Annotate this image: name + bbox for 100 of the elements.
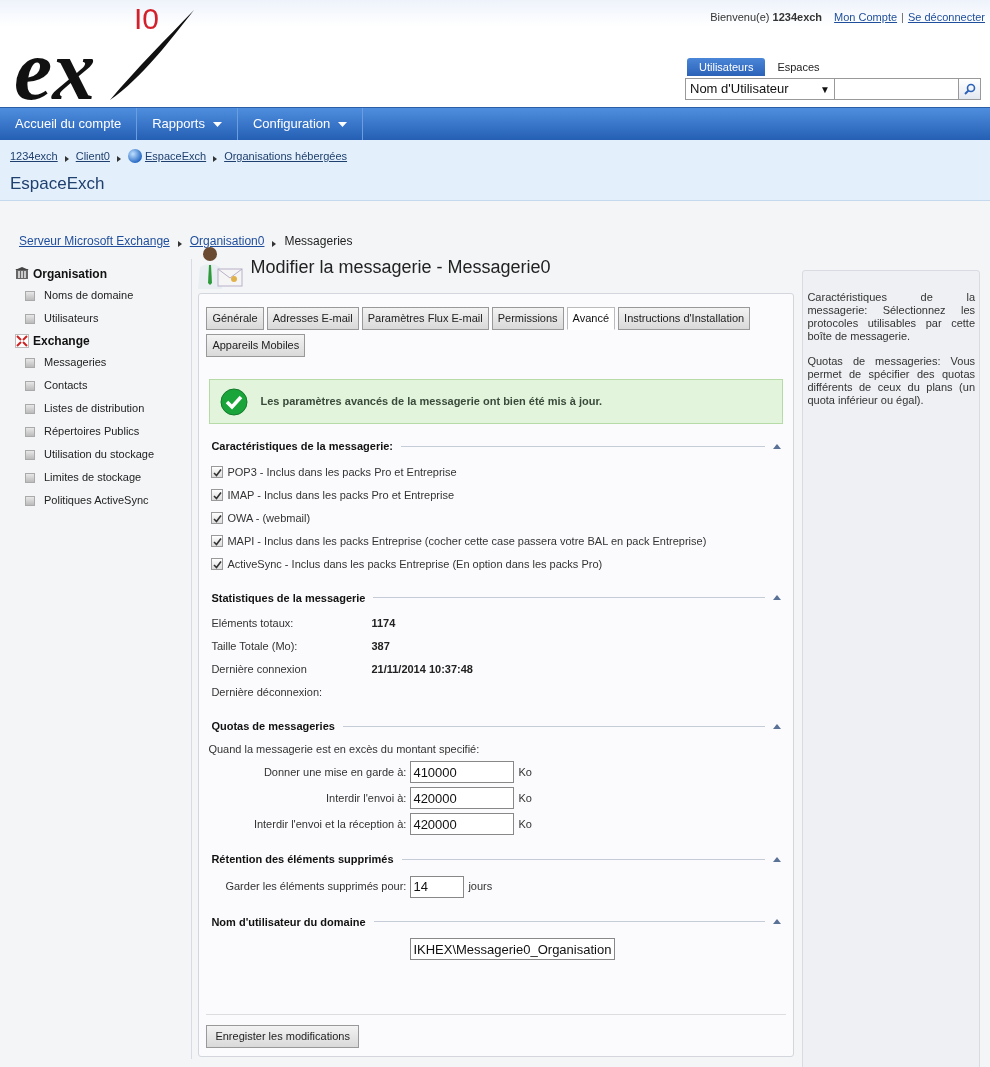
checkbox[interactable] [211,512,224,524]
search-tab[interactable]: Utilisateurs [687,57,766,76]
breadcrumb-arrow-icon [116,156,121,163]
collapse-icon[interactable] [773,443,782,449]
breadcrumb-link[interactable]: EspaceExch [127,148,207,165]
tab[interactable]: Permissions [491,307,564,330]
square-icon [25,313,35,324]
success-message: Les paramètres avancés de la messagerie ont bien été mis à jour. [260,394,603,410]
page-title: Modifier la messagerie - Messagerie0 [250,256,551,279]
sidebar-group-title: Exchange [33,332,90,350]
breadcrumb-arrow-icon [272,240,277,247]
checkbox-label: ActiveSync - Inclus dans les packs Entreprise (En option dans les packs Pro) [227,556,603,572]
sidebar-group-title: Organisation [33,265,107,283]
sidebar-link[interactable]: Listes de distribution [44,400,145,417]
sidebar-link[interactable]: Noms de domaine [44,287,134,304]
collapse-icon[interactable] [773,723,782,729]
checkbox-label: IMAP - Inclus dans les packs Pro et Entreprise [227,487,455,503]
sidebar-link[interactable]: Répertoires Publics [44,423,140,440]
sidebar-link[interactable]: Utilisation du stockage [44,446,155,463]
checkbox[interactable] [211,466,224,478]
stat-label: Dernière déconnexion: [211,685,324,701]
search-field[interactable] [835,78,959,100]
unit-label: Ko [518,764,532,780]
logo-drawing: ex I0 [12,0,202,107]
input-field[interactable]: 420000 [410,787,515,809]
field-label: Interdir l'envoi et la réception à: [252,816,407,832]
checkbox-label: POP3 - Inclus dans les packs Pro et Entreprise [227,464,457,480]
exchange-icon [15,333,29,348]
space-title: EspaceExch [10,172,106,195]
account-link[interactable]: Se déconnecter [907,9,985,26]
welcome-text: Bienvenu(e) 1234exch [710,10,823,25]
checkbox-label: MAPI - Inclus dans les packs Entreprise (cocher cette case passera votre BAL en pack Entreprise) [227,533,707,549]
checkbox-label: OWA - (webmail) [227,510,311,526]
tab[interactable]: Avancé [566,307,616,330]
checkmark-icon [220,387,249,416]
help-text: Caractéristiques de la messagerie: Sélectionnez les protocoles utilisables par cette boîte de messagerie. [807,291,975,343]
sidebar-link[interactable]: Contacts [44,377,88,394]
stat-value: 1174 [371,616,396,632]
stat-label: Eléments totaux: [211,616,295,632]
tab[interactable]: Générale [206,307,264,330]
breadcrumb-link[interactable]: Client0 [75,148,110,165]
input-field[interactable]: 410000 [410,761,515,783]
breadcrumb-arrow-icon [64,156,69,163]
section-title: Statistiques de la messagerie [211,590,366,606]
globe-icon [127,149,142,164]
section-title: Quotas de messageries [211,719,335,734]
breadcrumb-link[interactable]: Organisation0 [189,232,265,250]
square-icon [25,495,35,506]
collapse-icon[interactable] [773,919,782,925]
help-text: Quotas de messageries: Vous permet de spécifier des quotas différents de ceux du plans (un quota inférieur ou égal). [807,355,975,407]
square-icon [25,426,35,437]
field-label: Garder les éléments supprimés pour: [224,879,407,895]
collapse-icon[interactable] [773,595,782,601]
search-button[interactable] [959,78,981,100]
unit-label: Ko [518,816,532,832]
sidebar-link[interactable]: Politiques ActiveSync [44,492,149,509]
input-field[interactable]: 14 [410,875,465,898]
stat-value: 21/11/2014 10:37:48 [371,662,473,678]
quota-intro: Quand la messagerie est en excès du montant specifié: [207,741,481,757]
breadcrumb-link[interactable]: Serveur Microsoft Exchange [19,232,170,250]
caret-icon [338,121,348,127]
breadcrumb-link[interactable]: 1234exch [10,148,58,165]
search-tab[interactable]: Espaces [769,57,828,76]
checkbox[interactable] [211,535,224,547]
tab[interactable]: Paramètres Flux E-mail [361,307,489,330]
tab[interactable]: Adresses E-mail [266,307,359,330]
collapse-icon[interactable] [773,856,782,862]
stat-label: Dernière connexion [211,662,308,678]
unit-label: jours [468,879,493,895]
section-title: Rétention des éléments supprimés [211,852,394,867]
sidebar-link[interactable]: Limites de stockage [44,469,142,486]
square-icon [25,290,35,301]
search-icon [963,83,976,95]
stat-label: Taille Totale (Mo): [211,639,299,655]
account-link[interactable]: Mon Compte [834,9,898,26]
input-field[interactable]: 420000 [410,813,515,835]
save-button[interactable]: Enregister les modifications [206,1025,359,1048]
section-title: Caractéristiques de la messagerie: [211,439,393,454]
section-title: Nom d'utilisateur du domaine [211,914,366,930]
square-icon [25,357,35,368]
checkbox[interactable] [211,558,224,570]
building-icon [15,267,29,280]
field-label: Donner une mise en garde à: [262,764,407,780]
checkbox[interactable] [211,489,224,501]
breadcrumb-current: Messageries [284,233,353,250]
square-icon [25,403,35,414]
field-label: Interdir l'envoi à: [325,790,407,806]
search-dropdown[interactable]: Nom d'Utilisateur ▼ [685,78,835,100]
breadcrumb-link[interactable]: Organisations hébergées [224,148,348,165]
breadcrumb-arrow-icon [177,240,182,247]
square-icon [25,472,35,483]
input-field[interactable]: IKHEX\Messagerie0_Organisation [410,938,616,960]
sidebar-link[interactable]: Messageries [44,354,107,371]
unit-label: Ko [518,790,532,806]
tab[interactable]: Instructions d'Installation [618,307,751,330]
square-icon [25,380,35,391]
square-icon [25,449,35,460]
tab[interactable]: Appareils Mobiles [206,334,306,357]
separator-text: | [901,10,904,25]
sidebar-link[interactable]: Utilisateurs [44,310,99,327]
